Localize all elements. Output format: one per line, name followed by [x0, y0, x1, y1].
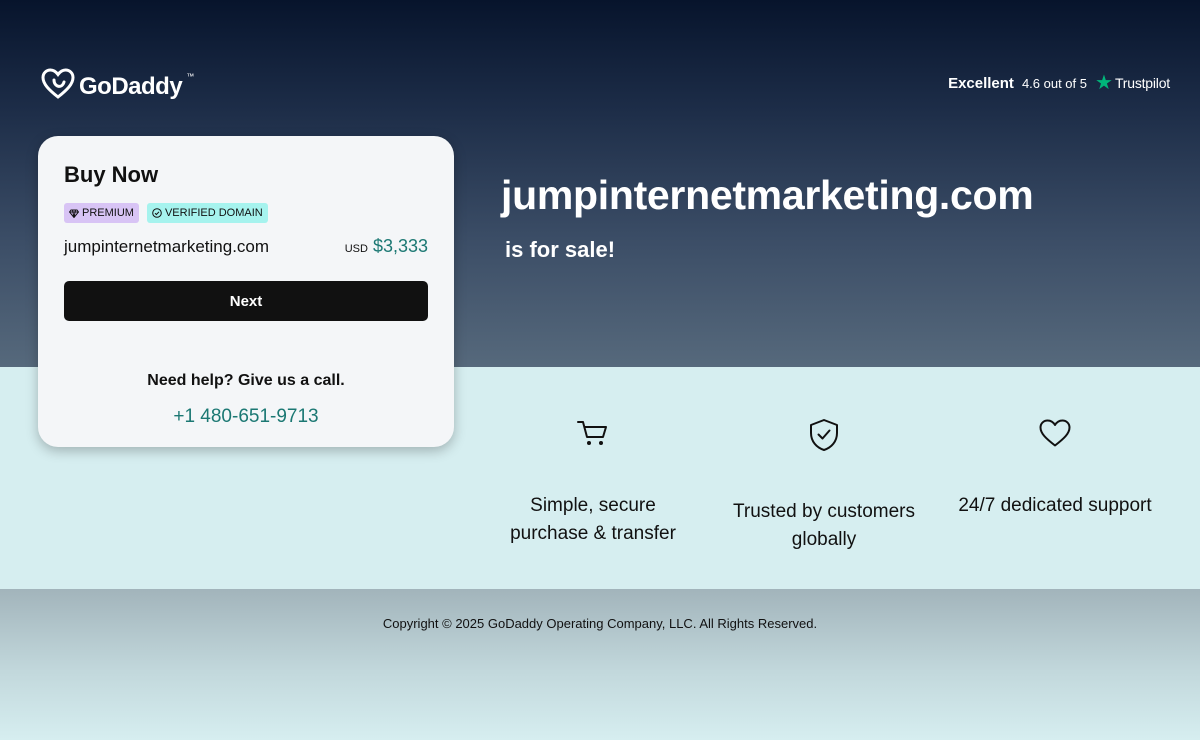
premium-badge: PREMIUM: [64, 203, 139, 223]
logo-text: GoDaddy: [79, 72, 183, 100]
next-button[interactable]: Next: [64, 281, 428, 321]
domain-headline: jumpinternetmarketing.com: [501, 172, 1034, 218]
godaddy-logo[interactable]: GoDaddy ™: [41, 68, 194, 105]
feature-label: Trusted by customers globally: [722, 498, 926, 554]
feature-secure-purchase: Simple, secure purchase & transfer: [493, 418, 693, 548]
phone-link[interactable]: +1 480-651-9713: [38, 406, 454, 428]
feature-trusted: Trusted by customers globally: [722, 418, 926, 554]
diamond-icon: [69, 209, 79, 218]
price-amount: $3,333: [372, 236, 428, 256]
trustpilot-rating[interactable]: Excellent 4.6 out of 5 ★ Trustpilot: [948, 73, 1170, 93]
feature-support: 24/7 dedicated support: [946, 418, 1164, 520]
heart-icon: [946, 418, 1164, 448]
price-currency: USD: [344, 243, 368, 255]
premium-badge-label: PREMIUM: [82, 207, 134, 219]
copyright-text: Copyright © 2025 GoDaddy Operating Compa…: [382, 616, 818, 631]
feature-label: Simple, secure purchase & transfer: [493, 492, 693, 548]
help-text: Need help? Give us a call.: [147, 372, 345, 389]
price: USD $3,333: [345, 236, 428, 257]
verified-domain-badge: VERIFIED DOMAIN: [146, 203, 268, 223]
badge-row: PREMIUM VERIFIED DOMAIN: [64, 203, 268, 223]
card-title: Buy Now: [64, 162, 159, 187]
godaddy-heart-icon: [41, 68, 75, 105]
footer: [0, 589, 1200, 740]
for-sale-text: is for sale!: [505, 237, 616, 262]
feature-label-line: Trusted by customers: [733, 501, 915, 522]
check-circle-icon: [152, 208, 162, 218]
star-icon: ★: [1095, 72, 1113, 94]
feature-label-line: globally: [791, 529, 857, 550]
buy-now-card: Buy Now PREMIUM VERIFIED DOMAIN jumpinte…: [38, 136, 454, 447]
feature-label-line: Simple, secure: [530, 495, 656, 516]
shield-check-icon: [722, 418, 926, 452]
feature-label: 24/7 dedicated support: [958, 495, 1152, 516]
trustpilot-score: 4.6 out of 5: [1021, 75, 1087, 91]
logo-trademark: ™: [186, 72, 195, 81]
feature-label-line: purchase & transfer: [510, 523, 676, 544]
verified-badge-label: VERIFIED DOMAIN: [164, 207, 263, 219]
trustpilot-excellent: Excellent: [948, 74, 1014, 92]
card-domain-name: jumpinternetmarketing.com: [64, 237, 270, 256]
trustpilot-brand: Trustpilot: [1114, 75, 1170, 91]
cart-icon: [493, 418, 693, 448]
